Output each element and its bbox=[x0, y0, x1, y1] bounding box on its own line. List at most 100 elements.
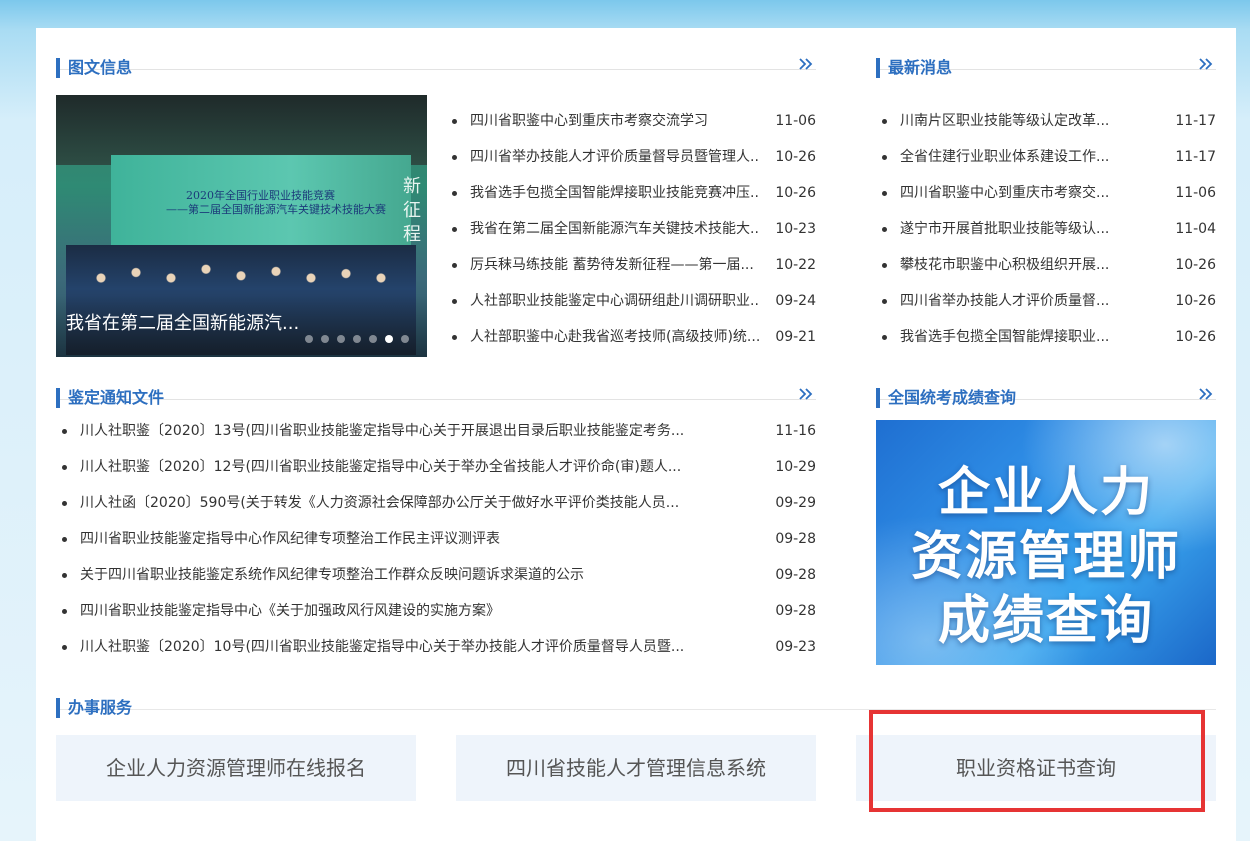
list-item[interactable]: 川人社函〔2020〕590号(关于转发《人力资源社会保障部办公厅关于做好水平评价… bbox=[62, 485, 816, 521]
more-latest-news-icon[interactable] bbox=[1198, 56, 1214, 72]
list-item[interactable]: 关于四川省职业技能鉴定系统作风纪律专项整治工作群众反映问题诉求渠道的公示 09-2… bbox=[62, 557, 816, 593]
list-item-title[interactable]: 我省在第二届全国新能源汽车关键技术技能大... bbox=[470, 211, 759, 247]
list-item-date: 11-16 bbox=[775, 423, 816, 439]
list-item[interactable]: 全省住建行业职业体系建设工作... 11-17 bbox=[882, 139, 1216, 175]
list-item[interactable]: 我省选手包揽全国智能焊接职业... 10-26 bbox=[882, 319, 1216, 355]
notice-list: 川人社职鉴〔2020〕13号(四川省职业技能鉴定指导中心关于开展退出目录后职业技… bbox=[62, 413, 816, 665]
list-item[interactable]: 我省选手包揽全国智能焊接职业技能竞赛冲压... 10-26 bbox=[452, 175, 816, 211]
list-item-date: 09-24 bbox=[775, 293, 816, 309]
bullet-icon bbox=[452, 191, 457, 196]
list-item-date: 09-29 bbox=[775, 495, 816, 511]
slider-dot[interactable] bbox=[353, 335, 361, 343]
bullet-icon bbox=[62, 537, 67, 542]
list-item-date: 10-23 bbox=[775, 221, 816, 237]
latest-news-list: 川南片区职业技能等级认定改革... 11-17 全省住建行业职业体系建设工作... 1… bbox=[882, 103, 1216, 355]
list-item-date: 11-06 bbox=[775, 113, 816, 129]
picture-slider[interactable]: 2020年全国行业职业技能竞赛 ——第二届全国新能源汽车关键技术技能大赛 新 征… bbox=[56, 95, 427, 357]
bullet-icon bbox=[62, 465, 67, 470]
list-item-title[interactable]: 川人社职鉴〔2020〕13号(四川省职业技能鉴定指导中心关于开展退出目录后职业技… bbox=[80, 413, 684, 449]
slider-dot[interactable] bbox=[385, 335, 393, 343]
section-accent-bar bbox=[56, 698, 60, 718]
more-notices-icon[interactable] bbox=[798, 386, 814, 402]
list-item[interactable]: 人社部职业技能鉴定中心调研组赴川调研职业... 09-24 bbox=[452, 283, 816, 319]
slider-dot[interactable] bbox=[369, 335, 377, 343]
backdrop-side-text: 新 征 程 bbox=[403, 176, 421, 245]
list-item-title[interactable]: 四川省职鉴中心到重庆市考察交... bbox=[900, 175, 1109, 211]
exam-query-header: 全国统考成绩查询 bbox=[876, 370, 1216, 408]
list-item[interactable]: 厉兵秣马练技能 蓄势待发新征程——第一届... 10-22 bbox=[452, 247, 816, 283]
list-item-title[interactable]: 四川省举办技能人才评价质量督... bbox=[900, 283, 1109, 319]
services-header: 办事服务 bbox=[56, 680, 1216, 718]
list-item-date: 11-17 bbox=[1175, 149, 1216, 165]
list-item-title[interactable]: 攀枝花市职鉴中心积极组织开展... bbox=[900, 247, 1109, 283]
bullet-icon bbox=[452, 155, 457, 160]
list-item[interactable]: 四川省职鉴中心到重庆市考察交流学习 11-06 bbox=[452, 103, 816, 139]
list-item-date: 10-26 bbox=[1175, 329, 1216, 345]
skill-talent-management-system-button[interactable]: 四川省技能人才管理信息系统 bbox=[456, 735, 816, 801]
list-item-date: 10-26 bbox=[1175, 257, 1216, 273]
list-item-title[interactable]: 我省选手包揽全国智能焊接职业... bbox=[900, 319, 1109, 355]
list-item[interactable]: 川南片区职业技能等级认定改革... 11-17 bbox=[882, 103, 1216, 139]
picture-news-list: 四川省职鉴中心到重庆市考察交流学习 11-06 四川省举办技能人才评价质量督导员暨管… bbox=[452, 103, 816, 355]
list-item-title[interactable]: 四川省职业技能鉴定指导中心作风纪律专项整治工作民主评议测评表 bbox=[80, 521, 500, 557]
backdrop-subtitle: ——第二届全国新能源汽车关键技术技能大赛 bbox=[166, 203, 386, 216]
services-title: 办事服务 bbox=[68, 698, 133, 717]
list-item-title[interactable]: 四川省举办技能人才评价质量督导员暨管理人... bbox=[470, 139, 759, 175]
slider-dot[interactable] bbox=[305, 335, 313, 343]
list-item[interactable]: 攀枝花市职鉴中心积极组织开展... 10-26 bbox=[882, 247, 1216, 283]
list-item-title[interactable]: 我省选手包揽全国智能焊接职业技能竞赛冲压... bbox=[470, 175, 759, 211]
list-item[interactable]: 川人社职鉴〔2020〕10号(四川省职业技能鉴定指导中心关于举办技能人才评价质量… bbox=[62, 629, 816, 665]
bullet-icon bbox=[452, 227, 457, 232]
bullet-icon bbox=[62, 429, 67, 434]
list-item[interactable]: 我省在第二届全国新能源汽车关键技术技能大... 10-23 bbox=[452, 211, 816, 247]
bullet-icon bbox=[452, 299, 457, 304]
list-item[interactable]: 川人社职鉴〔2020〕12号(四川省职业技能鉴定指导中心关于举办全省技能人才评价… bbox=[62, 449, 816, 485]
list-item-title[interactable]: 川人社函〔2020〕590号(关于转发《人力资源社会保障部办公厅关于做好水平评价… bbox=[80, 485, 679, 521]
list-item-title[interactable]: 关于四川省职业技能鉴定系统作风纪律专项整治工作群众反映问题诉求渠道的公示 bbox=[80, 557, 584, 593]
latest-news-title: 最新消息 bbox=[888, 58, 953, 77]
list-item-title[interactable]: 人社部职业技能鉴定中心调研组赴川调研职业... bbox=[470, 283, 759, 319]
latest-news-header: 最新消息 bbox=[876, 40, 1216, 78]
list-item[interactable]: 四川省举办技能人才评价质量督... 10-26 bbox=[882, 283, 1216, 319]
list-item-title[interactable]: 川人社职鉴〔2020〕12号(四川省职业技能鉴定指导中心关于举办全省技能人才评价… bbox=[80, 449, 681, 485]
list-item-title[interactable]: 厉兵秣马练技能 蓄势待发新征程——第一届... bbox=[470, 247, 754, 283]
list-item-title[interactable]: 四川省职鉴中心到重庆市考察交流学习 bbox=[470, 103, 708, 139]
bullet-icon bbox=[452, 263, 457, 268]
notices-title: 鉴定通知文件 bbox=[68, 388, 165, 407]
list-item[interactable]: 遂宁市开展首批职业技能等级认... 11-04 bbox=[882, 211, 1216, 247]
more-picture-news-icon[interactable] bbox=[798, 56, 814, 72]
hr-manager-online-registration-button[interactable]: 企业人力资源管理师在线报名 bbox=[56, 735, 416, 801]
slider-dots bbox=[305, 335, 409, 343]
bullet-icon bbox=[62, 501, 67, 506]
list-item-title[interactable]: 人社部职鉴中心赴我省巡考技师(高级技师)统... bbox=[470, 319, 759, 355]
exam-banner-line-3: 成绩查询 bbox=[937, 591, 1154, 651]
slider-caption[interactable]: 我省在第二届全国新能源汽... bbox=[66, 309, 299, 335]
bullet-icon bbox=[62, 609, 67, 614]
list-item-date: 09-28 bbox=[775, 603, 816, 619]
list-item-date: 09-28 bbox=[775, 531, 816, 547]
exam-score-query-banner[interactable]: 企业人力 资源管理师 成绩查询 bbox=[876, 420, 1216, 665]
list-item-title[interactable]: 四川省职业技能鉴定指导中心《关于加强政风行风建设的实施方案》 bbox=[80, 593, 500, 629]
list-item-title[interactable]: 遂宁市开展首批职业技能等级认... bbox=[900, 211, 1109, 247]
list-item[interactable]: 四川省职鉴中心到重庆市考察交... 11-06 bbox=[882, 175, 1216, 211]
list-item[interactable]: 四川省举办技能人才评价质量督导员暨管理人... 10-26 bbox=[452, 139, 816, 175]
section-accent-bar bbox=[56, 388, 60, 408]
list-item[interactable]: 四川省职业技能鉴定指导中心《关于加强政风行风建设的实施方案》 09-28 bbox=[62, 593, 816, 629]
slider-dot[interactable] bbox=[337, 335, 345, 343]
list-item[interactable]: 人社部职鉴中心赴我省巡考技师(高级技师)统... 09-21 bbox=[452, 319, 816, 355]
list-item-date: 11-06 bbox=[1175, 185, 1216, 201]
slider-dot[interactable] bbox=[401, 335, 409, 343]
more-exam-query-icon[interactable] bbox=[1198, 386, 1214, 402]
list-item[interactable]: 川人社职鉴〔2020〕13号(四川省职业技能鉴定指导中心关于开展退出目录后职业技… bbox=[62, 413, 816, 449]
certificate-query-button[interactable]: 职业资格证书查询 bbox=[856, 735, 1216, 801]
list-item-title[interactable]: 川南片区职业技能等级认定改革... bbox=[900, 103, 1109, 139]
list-item[interactable]: 四川省职业技能鉴定指导中心作风纪律专项整治工作民主评议测评表 09-28 bbox=[62, 521, 816, 557]
list-item-date: 10-22 bbox=[775, 257, 816, 273]
list-item-date: 10-26 bbox=[1175, 293, 1216, 309]
list-item-date: 09-21 bbox=[775, 329, 816, 345]
list-item-title[interactable]: 川人社职鉴〔2020〕10号(四川省职业技能鉴定指导中心关于举办技能人才评价质量… bbox=[80, 629, 684, 665]
slider-dot[interactable] bbox=[321, 335, 329, 343]
list-item-date: 10-26 bbox=[775, 185, 816, 201]
list-item-title[interactable]: 全省住建行业职业体系建设工作... bbox=[900, 139, 1109, 175]
notices-header: 鉴定通知文件 bbox=[56, 370, 816, 408]
